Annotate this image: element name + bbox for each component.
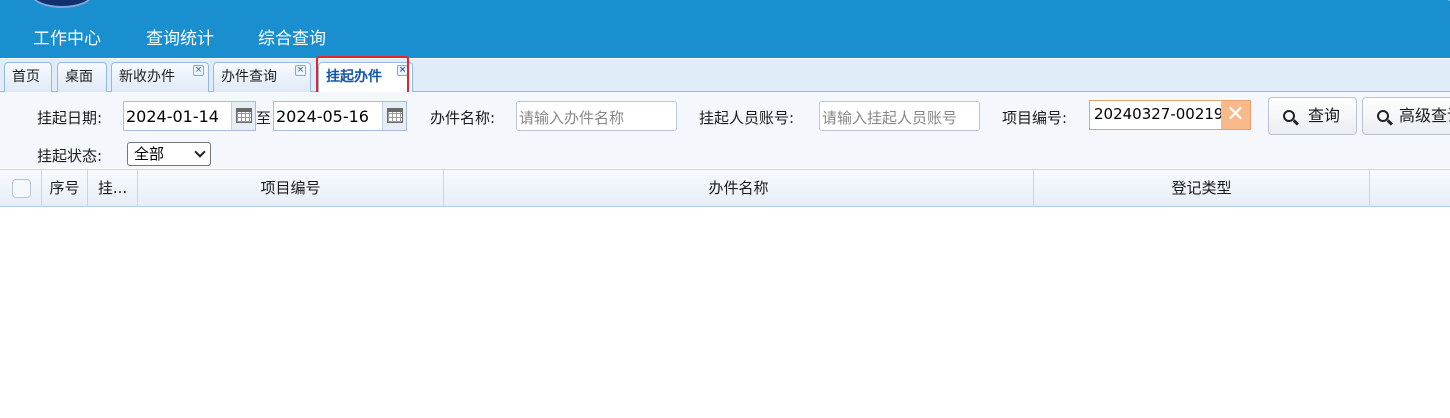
menu-item-query-statistics[interactable]: 查询统计 bbox=[146, 24, 214, 49]
column-header-index[interactable]: 序号 bbox=[42, 170, 88, 207]
project-number-input[interactable]: 20240327-00219 ✕ bbox=[1089, 100, 1251, 130]
suspend-status-value: 全部 bbox=[134, 145, 165, 163]
suspender-account-input[interactable]: 请输入挂起人员账号 bbox=[819, 101, 980, 131]
suspend-date-label: 挂起日期: bbox=[37, 109, 103, 127]
tab-label: 挂起办件 bbox=[326, 69, 382, 85]
project-number-label: 项目编号: bbox=[1002, 109, 1068, 127]
column-header-case-name[interactable]: 办件名称 bbox=[444, 170, 1034, 207]
suspend-status-select[interactable]: 全部 bbox=[127, 142, 211, 166]
grid-header: 序号 挂... 项目编号 办件名称 登记类型 bbox=[0, 169, 1450, 207]
date-to-value: 2024-05-16 bbox=[276, 107, 369, 126]
menu-item-work-center[interactable]: 工作中心 bbox=[33, 24, 101, 49]
close-icon[interactable]: × bbox=[397, 65, 408, 76]
tab-label: 办件查询 bbox=[221, 69, 277, 85]
search-icon bbox=[1377, 110, 1389, 122]
project-number-value: 20240327-00219 bbox=[1094, 105, 1224, 123]
suspender-account-label: 挂起人员账号: bbox=[699, 109, 795, 127]
date-from-value: 2024-01-14 bbox=[126, 107, 219, 126]
search-icon bbox=[1283, 110, 1295, 122]
logo bbox=[30, 0, 94, 8]
tab-desktop[interactable]: 桌面 bbox=[57, 62, 107, 92]
calendar-button[interactable] bbox=[382, 102, 406, 130]
calendar-icon bbox=[387, 108, 403, 123]
close-icon[interactable]: × bbox=[295, 65, 306, 76]
top-header: 工作中心 查询统计 综合查询 bbox=[0, 0, 1450, 58]
search-button-label: 查询 bbox=[1308, 106, 1341, 125]
clear-icon[interactable]: ✕ bbox=[1221, 101, 1250, 129]
search-button[interactable]: 查询 bbox=[1268, 97, 1357, 135]
tab-label: 首页 bbox=[12, 69, 40, 85]
date-range-separator: 至 bbox=[256, 109, 272, 127]
advanced-search-label: 高级查询 bbox=[1399, 106, 1450, 125]
calendar-icon bbox=[236, 108, 252, 123]
grid-body bbox=[0, 207, 1450, 418]
tab-label: 桌面 bbox=[65, 69, 93, 85]
date-to-field[interactable]: 2024-05-16 bbox=[273, 101, 407, 131]
calendar-button[interactable] bbox=[231, 102, 255, 130]
tab-new-cases[interactable]: 新收办件 × bbox=[111, 62, 209, 92]
case-name-input[interactable]: 请输入办件名称 bbox=[516, 101, 677, 131]
select-all-checkbox[interactable] bbox=[12, 179, 31, 198]
column-header-extra[interactable] bbox=[1370, 170, 1450, 207]
tab-home[interactable]: 首页 bbox=[4, 62, 52, 92]
tab-case-query[interactable]: 办件查询 × bbox=[213, 62, 311, 92]
column-header-registration-type[interactable]: 登记类型 bbox=[1034, 170, 1370, 207]
column-header-suspend[interactable]: 挂... bbox=[88, 170, 138, 207]
chevron-down-icon bbox=[194, 146, 206, 158]
select-all-column bbox=[0, 170, 42, 207]
column-header-project-number[interactable]: 项目编号 bbox=[138, 170, 444, 207]
tab-label: 新收办件 bbox=[119, 69, 175, 85]
tab-suspended-cases[interactable]: 挂起办件 × bbox=[318, 62, 413, 93]
case-name-label: 办件名称: bbox=[430, 109, 496, 127]
menu-item-comprehensive-query[interactable]: 综合查询 bbox=[258, 24, 326, 49]
date-from-field[interactable]: 2024-01-14 bbox=[123, 101, 256, 131]
advanced-search-button[interactable]: 高级查询 bbox=[1362, 97, 1450, 135]
suspend-status-label: 挂起状态: bbox=[37, 147, 103, 165]
close-icon[interactable]: × bbox=[193, 65, 204, 76]
header-divider bbox=[1417, 0, 1450, 1]
